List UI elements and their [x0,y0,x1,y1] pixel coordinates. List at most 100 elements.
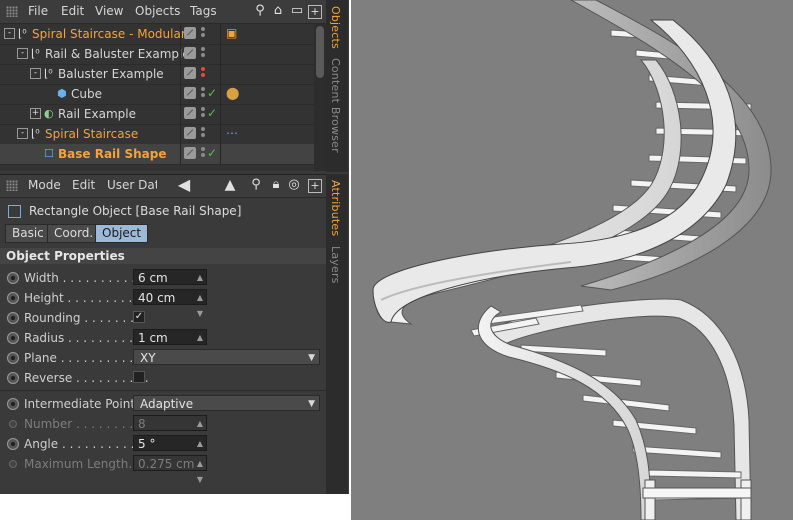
tag-icon[interactable]: ▣ [226,26,237,40]
dropdown[interactable]: Adaptive ▼ [133,395,320,411]
expand-toggle-icon[interactable]: - [17,48,28,59]
left-panel: File Edit View Objects Tags ⚲ ⌂ ▭ + Obje… [0,0,349,494]
expand-toggle-icon[interactable]: + [30,108,41,119]
tab-attributes[interactable]: Attributes [329,180,342,236]
visibility-dots-icon[interactable] [201,107,205,121]
home-icon[interactable]: ⌂ [270,3,286,19]
checkbox[interactable] [133,371,145,383]
new-window-icon[interactable]: + [308,179,322,193]
tab-layers[interactable]: Layers [329,246,342,284]
column-divider [220,44,221,64]
number-field[interactable]: 8▲▼ [133,415,207,444]
tag-icon[interactable]: ⋯ [226,126,238,140]
3d-viewport[interactable] [351,0,793,520]
tab-objects[interactable]: Objects [329,6,342,49]
minimize-icon[interactable]: ▭ [289,3,305,19]
animate-radio-icon[interactable] [7,372,19,384]
visibility-dots-icon[interactable] [201,67,205,81]
grip-icon[interactable] [6,180,18,191]
layer-icon[interactable] [184,147,196,159]
checkbox[interactable]: ✓ [133,311,145,323]
tree-scrollbar[interactable] [314,24,326,171]
material-tag-icon[interactable]: ⬤ [226,86,239,100]
number-field[interactable]: 40 cm ▲ ▼ [133,289,207,318]
layer-icon[interactable] [184,87,196,99]
tab-object[interactable]: Object [95,224,149,243]
spiral-staircase-render [372,0,772,520]
property-label: Number . . . . . . . . . [24,417,141,431]
cursor-arrow-icon[interactable]: ▲ [222,177,238,193]
animate-radio-icon[interactable] [7,332,19,344]
enabled-check-icon[interactable]: ✓ [207,106,217,120]
tree-row[interactable]: + ◐ Rail Example ✓ [0,104,314,125]
number-field[interactable]: 6 cm▲▼ [133,269,207,298]
expand-toggle-icon[interactable]: - [4,28,15,39]
stepper-icon[interactable]: ▲▼ [197,456,203,488]
lock-icon[interactable]: 🔒︎ [268,177,284,193]
tree-row[interactable]: ☐ Base Rail Shape ✓ [0,144,314,165]
enabled-check-icon[interactable]: ✓ [207,86,217,100]
layer-icon[interactable] [184,47,196,59]
null-object-icon: ⌊⁰ [18,27,27,40]
animate-radio-icon[interactable] [7,438,19,450]
animate-radio-icon[interactable] [9,460,17,468]
property-row: Plane . . . . . . . . . . . XY ▼ [0,348,326,368]
tree-row[interactable]: ⬢ Cube ✓ [0,84,314,105]
property-row: Radius . . . . . . . . . .1 cm▲▼ [0,328,326,358]
tab-coord[interactable]: Coord. [47,224,101,243]
menu-objects[interactable]: Objects [135,4,180,18]
menu-user-data[interactable]: User Data [107,178,157,192]
column-divider [180,64,181,84]
expand-toggle-icon[interactable]: - [17,128,28,139]
search-icon[interactable]: ⚲ [248,177,264,193]
tab-content-browser[interactable]: Content Browser [329,58,342,153]
back-arrow-icon[interactable]: ◀ [176,177,192,193]
number-field[interactable]: 5 °▲▼ [133,435,207,464]
tree-row[interactable]: - ⌊⁰ Rail & Baluster Example [0,44,314,65]
tree-row[interactable]: - ⌊⁰ Baluster Example [0,64,314,85]
animate-radio-icon[interactable] [7,352,19,364]
visibility-dots-icon[interactable] [201,147,205,161]
animate-radio-icon[interactable] [7,272,19,284]
menu-mode[interactable]: Mode [28,178,61,192]
layer-icon[interactable] [184,67,196,79]
animate-radio-icon[interactable] [9,420,17,428]
animate-radio-icon[interactable] [7,292,19,304]
rectangle-icon: ☐ [44,147,54,160]
dropdown[interactable]: XY ▼ [133,349,320,365]
visibility-dots-icon[interactable] [201,127,205,141]
tree-item-label: Rail Example [58,107,136,121]
tree-row[interactable]: - ⌊⁰ Spiral Staircase [0,124,314,145]
visibility-dots-icon[interactable] [201,87,205,101]
layer-icon[interactable] [184,127,196,139]
tree-row[interactable]: - ⌊⁰ Spiral Staircase - Modular [0,24,314,45]
new-window-icon[interactable]: + [308,5,322,19]
attributes-menubar: Mode Edit User Data ◀ ▲ ⚲ 🔒︎ ◎ + [0,174,326,198]
layer-icon[interactable] [184,107,196,119]
grip-icon[interactable] [6,6,18,17]
visibility-dots-icon[interactable] [201,27,205,41]
property-label: Plane . . . . . . . . . . . [24,351,141,365]
visibility-dots-icon[interactable] [201,47,205,61]
tree-item-label: Baluster Example [58,67,164,81]
animate-radio-icon[interactable] [7,312,19,324]
expand-toggle-icon[interactable]: - [30,68,41,79]
number-field[interactable]: 1 cm▲▼ [133,329,207,358]
target-icon[interactable]: ◎ [286,177,302,193]
menu-tags[interactable]: Tags [190,4,217,18]
field-value: 6 cm [138,271,168,285]
column-divider [180,104,181,124]
enabled-check-icon[interactable]: ✓ [207,146,217,160]
section-header: Object Properties [0,248,326,264]
number-field[interactable]: 0.275 cm ▲ ▼ [133,455,207,484]
menu-attr-edit[interactable]: Edit [72,178,95,192]
search-icon[interactable]: ⚲ [252,3,268,19]
property-row: Width . . . . . . . . . . .6 cm▲▼ [0,268,326,298]
animate-radio-icon[interactable] [7,398,19,410]
menu-file[interactable]: File [28,4,48,18]
menu-view[interactable]: View [95,4,123,18]
menu-edit[interactable]: Edit [61,4,84,18]
layer-icon[interactable] [184,27,196,39]
tab-basic[interactable]: Basic [5,224,51,243]
scroll-thumb[interactable] [316,26,324,78]
